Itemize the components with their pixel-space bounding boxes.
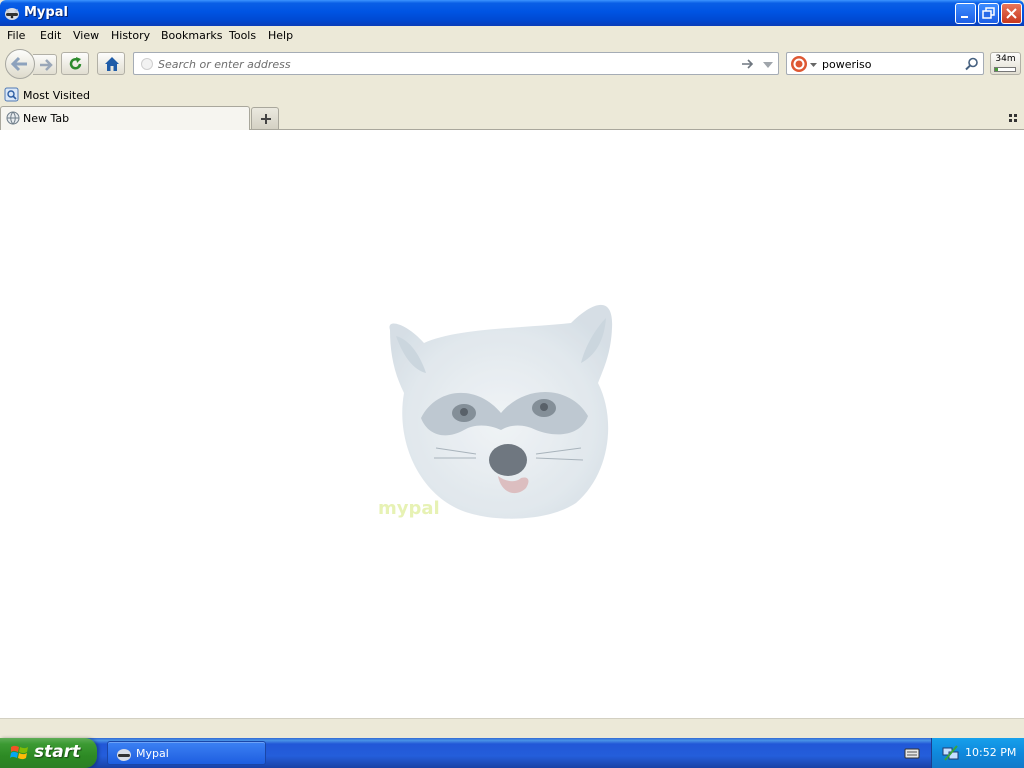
reload-icon <box>69 57 82 70</box>
address-input[interactable] <box>158 56 728 72</box>
title-bar[interactable]: Mypal <box>0 0 1024 26</box>
minimize-button[interactable] <box>955 3 976 24</box>
menu-edit[interactable]: Edit <box>40 29 61 42</box>
search-engine-icon[interactable] <box>790 55 808 73</box>
windows-logo-icon <box>10 745 28 760</box>
forward-arrow-icon <box>40 59 53 71</box>
tab-label: New Tab <box>23 112 70 125</box>
downloads-button[interactable]: 34m <box>990 52 1021 75</box>
history-dropdown-icon[interactable] <box>762 59 774 71</box>
downloads-time-badge: 34m <box>995 54 1016 64</box>
restore-button[interactable] <box>978 3 999 24</box>
minimize-icon <box>961 16 968 18</box>
menu-file[interactable]: File <box>7 29 25 42</box>
taskbar-window-mypal[interactable]: Mypal <box>107 741 266 765</box>
menu-history[interactable]: History <box>111 29 150 42</box>
reload-button[interactable] <box>61 52 89 75</box>
smart-folder-icon <box>4 87 19 102</box>
search-bar[interactable] <box>786 52 984 75</box>
home-icon <box>105 57 119 71</box>
new-tab-button[interactable] <box>251 107 279 129</box>
start-label: start <box>34 742 81 762</box>
menu-help[interactable]: Help <box>268 29 293 42</box>
keyboard-language-icon[interactable] <box>904 746 920 760</box>
close-button[interactable] <box>1001 3 1022 24</box>
engine-dropdown-icon[interactable] <box>810 61 818 69</box>
page-content: mypal <box>0 130 1024 718</box>
forward-button[interactable] <box>33 54 57 75</box>
window-title: Mypal <box>24 5 68 20</box>
tab-strip: New Tab <box>0 106 1024 130</box>
navigation-toolbar: 34m <box>0 46 1024 84</box>
mypal-raccoon-logo: mypal <box>378 304 613 519</box>
bookmarks-toolbar: Most Visited <box>0 84 1024 106</box>
network-icon[interactable] <box>942 744 960 762</box>
tab-new-tab[interactable]: New Tab <box>0 106 250 130</box>
back-arrow-icon <box>10 56 27 72</box>
search-icon[interactable] <box>965 57 979 71</box>
page-identity-icon <box>141 58 153 70</box>
raccoon-app-icon <box>5 8 19 20</box>
back-button[interactable] <box>5 49 35 79</box>
bookmark-label: Most Visited <box>23 89 90 102</box>
restore-icon <box>982 7 995 19</box>
start-button[interactable]: start <box>0 738 97 768</box>
downloads-progress-icon <box>994 67 1016 72</box>
status-bar <box>0 718 1024 738</box>
list-all-tabs-icon[interactable] <box>1006 111 1020 125</box>
plus-icon <box>261 114 271 124</box>
home-button[interactable] <box>97 52 125 75</box>
search-input[interactable] <box>822 56 957 72</box>
task-label: Mypal <box>136 747 169 760</box>
menu-bookmarks[interactable]: Bookmarks <box>161 29 222 42</box>
taskbar: start Mypal 10:52 PM <box>0 738 1024 768</box>
globe-icon <box>6 111 20 125</box>
menu-view[interactable]: View <box>73 29 99 42</box>
system-tray: 10:52 PM <box>931 738 1024 768</box>
address-bar[interactable] <box>133 52 779 75</box>
raccoon-app-icon <box>117 749 131 761</box>
mypal-wordmark: mypal <box>378 498 440 519</box>
menu-tools[interactable]: Tools <box>229 29 256 42</box>
go-arrow-icon[interactable] <box>741 57 755 71</box>
clock[interactable]: 10:52 PM <box>965 746 1016 759</box>
menu-bar: File Edit View History Bookmarks Tools H… <box>0 26 1024 46</box>
close-icon <box>1006 8 1017 19</box>
